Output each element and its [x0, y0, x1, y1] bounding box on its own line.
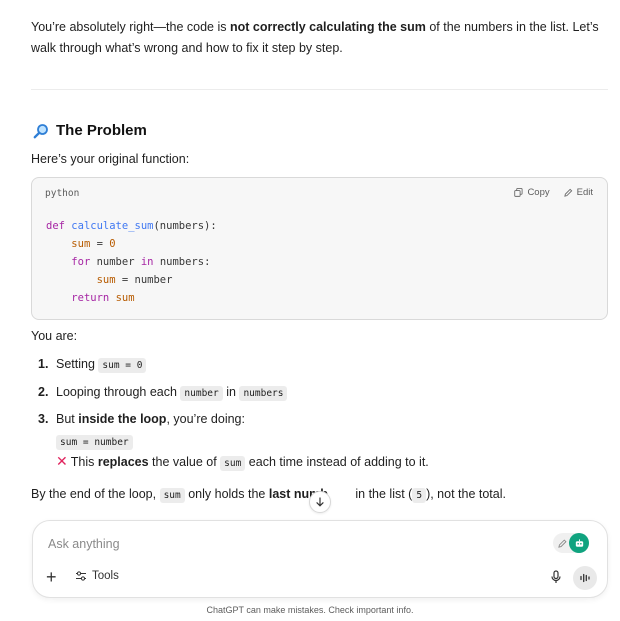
- composer-status-pill[interactable]: [553, 533, 589, 553]
- code-content: def calculate_sum(numbers): sum = 0 for …: [46, 217, 217, 307]
- you-are-label: You are:: [31, 329, 78, 343]
- inline-code: sum = 0: [98, 358, 147, 373]
- intro-bold: not correctly calculating the sum: [229, 20, 426, 34]
- code-line-2: sum = 0: [71, 238, 116, 250]
- intro-text-1: You’re absolutely right—the code is: [31, 20, 230, 34]
- microphone-icon: [551, 570, 561, 583]
- code-line-3: for number in numbers:: [71, 256, 211, 268]
- inline-code: sum: [159, 488, 185, 503]
- inline-code: number: [180, 386, 223, 401]
- list-item: 3. But inside the loop, you’re doing:: [38, 412, 245, 426]
- list-item: 2. Looping through each number in numbers: [38, 382, 288, 404]
- summary-line: By the end of the loop, sum only holds t…: [31, 487, 506, 503]
- problem-heading: The Problem: [33, 122, 147, 139]
- problem-subtitle: Here’s your original function:: [31, 152, 190, 166]
- disclaimer-footer: ChatGPT can make mistakes. Check importa…: [206, 605, 414, 615]
- microphone-button[interactable]: [550, 570, 562, 589]
- tools-label: Tools: [92, 570, 119, 582]
- scroll-down-button[interactable]: [309, 491, 331, 513]
- composer-input[interactable]: Ask anything: [48, 537, 120, 551]
- problem-title: The Problem: [56, 122, 147, 139]
- tools-button[interactable]: Tools: [75, 570, 119, 582]
- inline-code: numbers: [239, 386, 288, 401]
- code-language-label: python: [45, 188, 80, 199]
- code-line-5: return sum: [71, 292, 135, 304]
- edit-button[interactable]: Edit: [563, 187, 593, 198]
- sliders-icon: [76, 571, 86, 581]
- code-block: python Copy Edit def calculate_sum(numbe…: [31, 177, 608, 320]
- bot-icon: [569, 533, 589, 553]
- inline-code: sum: [220, 456, 246, 471]
- code-line-4: sum = number: [96, 274, 173, 286]
- add-button[interactable]: +: [46, 568, 57, 586]
- pen-icon: [558, 538, 567, 548]
- voice-mode-button[interactable]: [573, 566, 597, 590]
- copy-icon: [514, 188, 523, 197]
- intro-paragraph: You’re absolutely right—the code is not …: [31, 17, 601, 59]
- copy-button[interactable]: Copy: [514, 187, 550, 198]
- code-line-1: def calculate_sum(numbers):: [46, 220, 217, 232]
- inline-code: sum = number: [56, 435, 133, 450]
- code-actions: Copy Edit: [514, 187, 593, 198]
- pencil-icon: [563, 188, 572, 197]
- list-item-code: sum = number: [56, 431, 133, 453]
- waveform-icon: [580, 573, 590, 583]
- inline-code: 5: [412, 488, 427, 503]
- arrow-down-icon: [316, 497, 324, 507]
- composer: Ask anything + Tools: [32, 520, 608, 598]
- list-item: 1. Setting sum = 0: [38, 354, 147, 376]
- cross-icon: ✕: [56, 453, 68, 469]
- list-item-note: ✕ This replaces the value of sum each tim…: [56, 453, 429, 471]
- magnifier-icon: [33, 123, 49, 139]
- copy-label: Copy: [527, 187, 550, 198]
- section-divider: [31, 89, 608, 90]
- edit-label: Edit: [576, 187, 593, 198]
